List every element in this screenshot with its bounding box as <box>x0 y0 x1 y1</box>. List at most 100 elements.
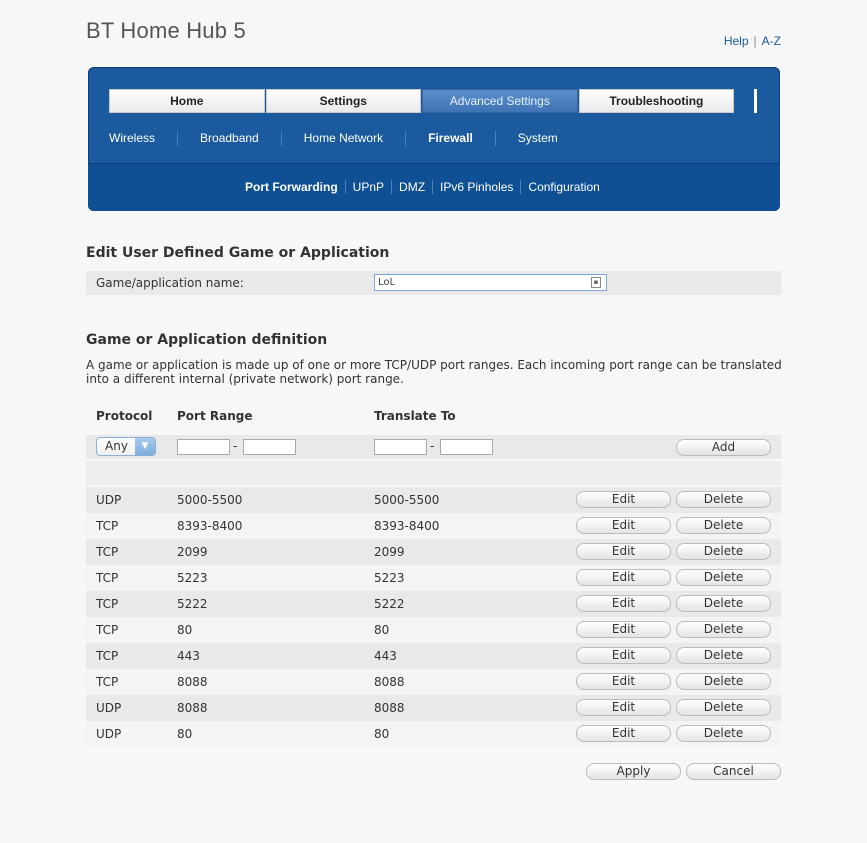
subsub-dmz[interactable]: DMZ <box>392 180 434 194</box>
name-row: Game/application name: LoL ▪ <box>86 271 781 295</box>
sub-sub-navigation: Port Forwarding UPnP DMZ IPv6 Pinholes C… <box>238 180 607 194</box>
edit-button[interactable]: Edit <box>576 621 671 638</box>
row-port-range: 5000-5500 <box>177 493 243 507</box>
row-port-range: 5222 <box>177 597 208 611</box>
tab-advanced-settings[interactable]: Advanced Settings <box>422 89 578 113</box>
table-row: TCP 8088 8088 Edit Delete <box>86 669 781 695</box>
top-links: Help | A-Z <box>724 34 781 48</box>
row-translate-to: 8393-8400 <box>374 519 440 533</box>
application-name-value: LoL <box>378 277 396 288</box>
subnav-system[interactable]: System <box>496 131 580 146</box>
header-port-range: Port Range <box>177 409 253 423</box>
delete-button[interactable]: Delete <box>676 543 771 560</box>
row-translate-to: 8088 <box>374 701 405 715</box>
subnav-home-network[interactable]: Home Network <box>282 131 407 146</box>
add-button[interactable]: Add <box>676 439 771 456</box>
row-protocol: TCP <box>96 571 119 585</box>
delete-button[interactable]: Delete <box>676 725 771 742</box>
table-row: TCP 443 443 Edit Delete <box>86 643 781 669</box>
az-link[interactable]: A-Z <box>762 34 781 48</box>
row-protocol: TCP <box>96 519 119 533</box>
edit-button[interactable]: Edit <box>576 543 671 560</box>
table-row: TCP 2099 2099 Edit Delete <box>86 539 781 565</box>
subsub-ipv6-pinholes[interactable]: IPv6 Pinholes <box>433 180 522 194</box>
row-translate-to: 80 <box>374 623 390 637</box>
translate-dash: - <box>430 439 435 453</box>
apply-button[interactable]: Apply <box>586 763 681 780</box>
header-translate-to: Translate To <box>374 409 456 423</box>
navigation-panel: Home Settings Advanced Settings Troubles… <box>88 67 780 211</box>
table-row: UDP 5000-5500 5000-5500 Edit Delete <box>86 487 781 513</box>
table-spacer-row <box>86 461 781 485</box>
edit-button[interactable]: Edit <box>576 595 671 612</box>
row-translate-to: 443 <box>374 649 397 663</box>
tab-overflow-edge <box>754 89 758 113</box>
name-label: Game/application name: <box>96 276 244 290</box>
help-link[interactable]: Help <box>724 34 749 48</box>
cancel-button[interactable]: Cancel <box>686 763 781 780</box>
tab-troubleshooting[interactable]: Troubleshooting <box>578 89 735 113</box>
subsub-configuration[interactable]: Configuration <box>521 180 606 194</box>
delete-button[interactable]: Delete <box>676 517 771 534</box>
row-port-range: 8088 <box>177 701 208 715</box>
edit-button[interactable]: Edit <box>576 569 671 586</box>
edit-button[interactable]: Edit <box>576 673 671 690</box>
row-protocol: TCP <box>96 597 119 611</box>
delete-button[interactable]: Delete <box>676 699 771 716</box>
delete-button[interactable]: Delete <box>676 569 771 586</box>
input-helper-icon: ▪ <box>591 277 601 288</box>
delete-button[interactable]: Delete <box>676 621 771 638</box>
row-protocol: UDP <box>96 727 122 741</box>
table-row: TCP 5223 5223 Edit Delete <box>86 565 781 591</box>
row-port-range: 80 <box>177 623 193 637</box>
row-protocol: TCP <box>96 545 119 559</box>
delete-button[interactable]: Delete <box>676 673 771 690</box>
application-name-input[interactable]: LoL ▪ <box>374 274 607 291</box>
brand-title: BT Home Hub 5 <box>86 18 246 43</box>
row-translate-to: 2099 <box>374 545 405 559</box>
row-translate-to: 80 <box>374 727 390 741</box>
row-protocol: UDP <box>96 701 122 715</box>
subsub-port-forwarding[interactable]: Port Forwarding <box>238 180 346 194</box>
subsub-upnp[interactable]: UPnP <box>346 180 393 194</box>
edit-button[interactable]: Edit <box>576 647 671 664</box>
definition-description: A game or application is made up of one … <box>86 358 782 386</box>
row-port-range: 2099 <box>177 545 208 559</box>
row-port-range: 5223 <box>177 571 208 585</box>
port-range-dash: - <box>233 439 238 453</box>
delete-button[interactable]: Delete <box>676 491 771 508</box>
definition-section-title: Game or Application definition <box>86 332 328 348</box>
port-range-end-input[interactable] <box>243 439 296 455</box>
table-row: UDP 80 80 Edit Delete <box>86 721 781 747</box>
edit-section-title: Edit User Defined Game or Application <box>86 245 390 261</box>
delete-button[interactable]: Delete <box>676 647 771 664</box>
row-protocol: TCP <box>96 649 119 663</box>
subnav-firewall[interactable]: Firewall <box>406 131 496 146</box>
subnav-wireless[interactable]: Wireless <box>109 131 179 146</box>
subnav-broadband[interactable]: Broadband <box>178 131 282 146</box>
edit-button[interactable]: Edit <box>576 725 671 742</box>
rules-table: UDP 5000-5500 5000-5500 Edit Delete TCP … <box>86 487 781 747</box>
header-protocol: Protocol <box>96 409 153 423</box>
protocol-select-value: Any <box>105 439 128 453</box>
translate-start-input[interactable] <box>374 439 427 455</box>
row-protocol: TCP <box>96 675 119 689</box>
row-translate-to: 8088 <box>374 675 405 689</box>
row-protocol: TCP <box>96 623 119 637</box>
translate-end-input[interactable] <box>440 439 493 455</box>
edit-button[interactable]: Edit <box>576 699 671 716</box>
table-row: TCP 8393-8400 8393-8400 Edit Delete <box>86 513 781 539</box>
table-row: TCP 5222 5222 Edit Delete <box>86 591 781 617</box>
edit-button[interactable]: Edit <box>576 491 671 508</box>
port-range-start-input[interactable] <box>177 439 230 455</box>
delete-button[interactable]: Delete <box>676 595 771 612</box>
row-translate-to: 5223 <box>374 571 405 585</box>
row-port-range: 80 <box>177 727 193 741</box>
tab-settings[interactable]: Settings <box>265 89 422 113</box>
edit-button[interactable]: Edit <box>576 517 671 534</box>
new-rule-row: Any ▼ - - Add <box>86 435 781 459</box>
link-separator: | <box>753 34 757 48</box>
tab-home[interactable]: Home <box>109 89 265 113</box>
row-protocol: UDP <box>96 493 122 507</box>
protocol-select[interactable]: Any ▼ <box>96 437 156 456</box>
